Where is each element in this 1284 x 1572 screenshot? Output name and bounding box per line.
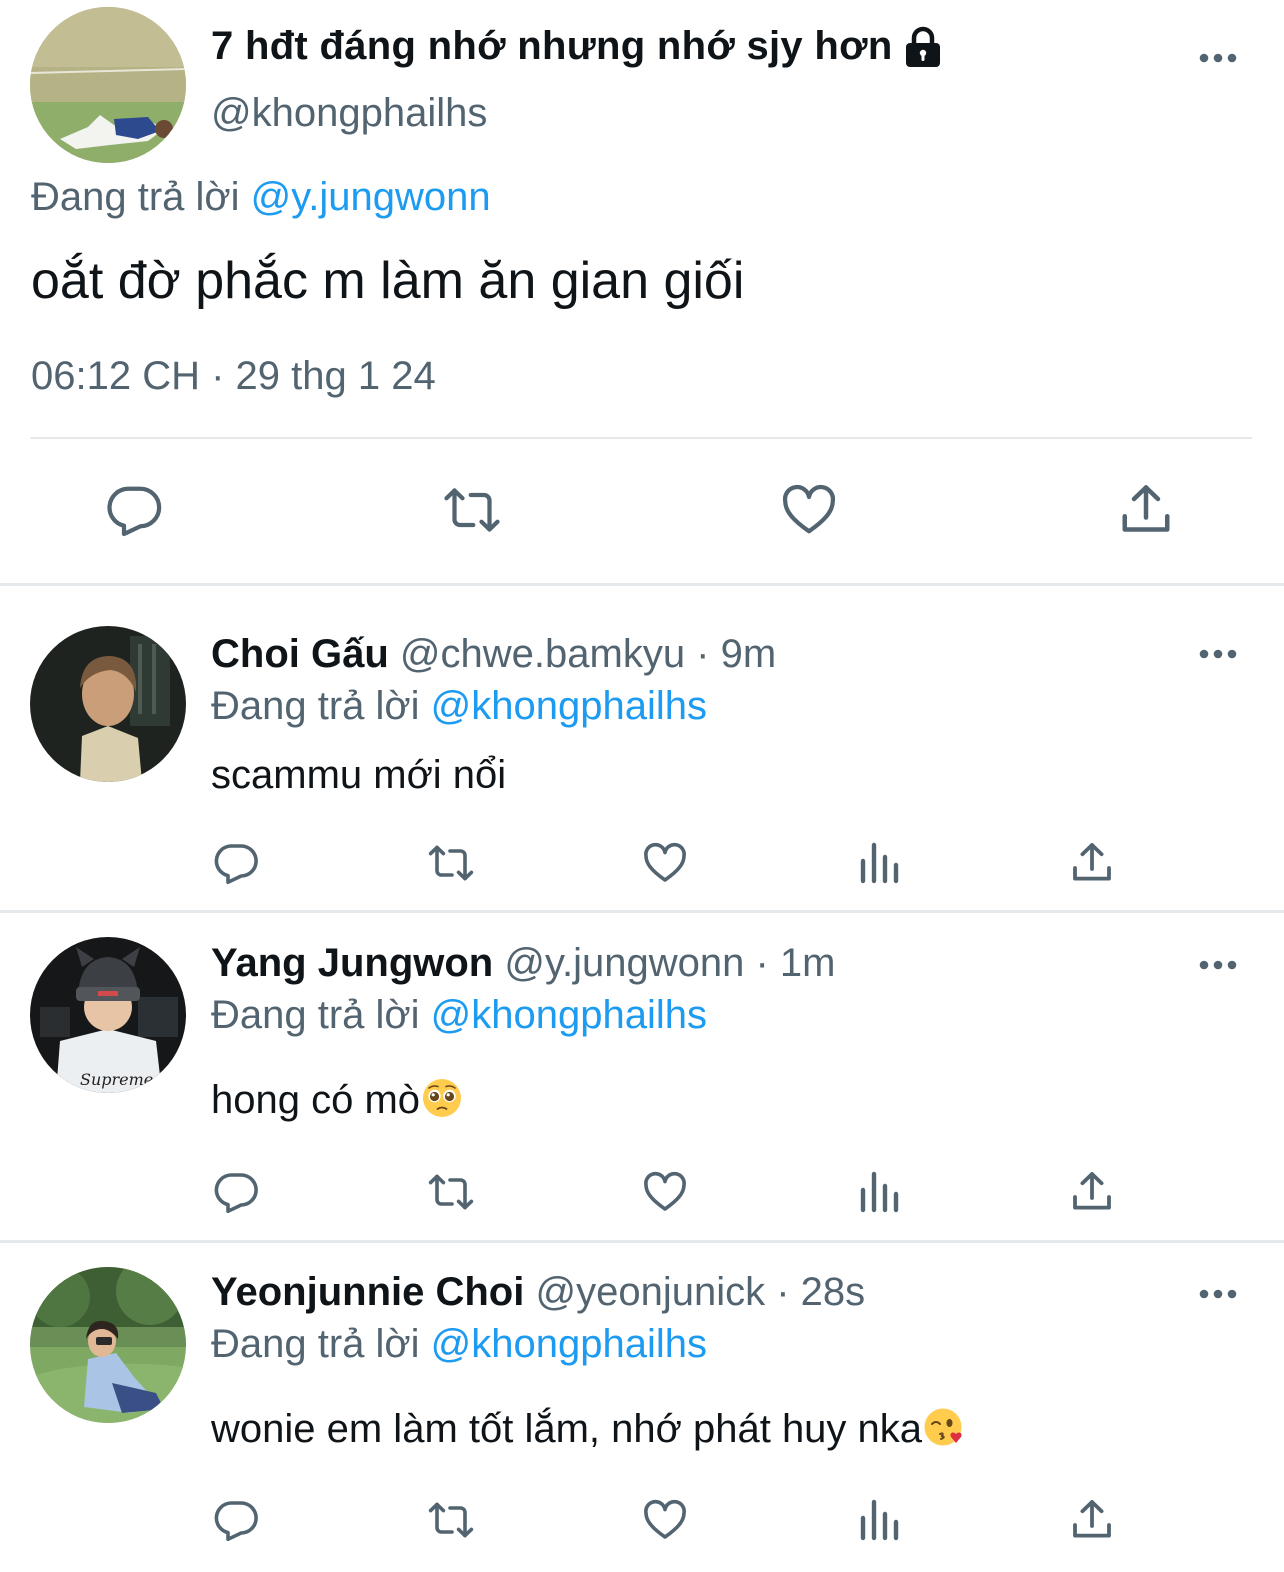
replying-to-mention[interactable]: @y.jungwonn	[251, 175, 491, 219]
share-icon[interactable]	[1068, 839, 1116, 887]
more-options-icon[interactable]	[1199, 955, 1239, 975]
more-options-icon[interactable]	[1199, 1284, 1239, 1304]
tweet-timestamp[interactable]: 06:12 CH · 29 thg 1 24	[31, 354, 436, 399]
replying-to-prefix: Đang trả lời	[211, 993, 420, 1037]
display-name-text: 7 hđt đáng nhớ nhưng nhớ sjy hơn	[211, 24, 893, 68]
reply-text: hong có mò	[211, 1077, 463, 1123]
reply-header: Yeonjunnie Choi @yeonjunick · 28s	[211, 1270, 865, 1315]
replying-to-mention[interactable]: @khongphailhs	[431, 993, 707, 1037]
display-name[interactable]: Choi Gấu	[211, 632, 389, 676]
replying-to: Đang trả lời @y.jungwonn	[31, 175, 491, 220]
replying-to-mention[interactable]: @khongphailhs	[431, 1322, 707, 1366]
display-name[interactable]: 7 hđt đáng nhớ nhưng nhớ sjy hơn	[211, 24, 943, 69]
handle[interactable]: @khongphailhs	[211, 91, 487, 136]
views-icon[interactable]	[856, 1496, 904, 1544]
tweet-text: oắt đờ phắc m làm ăn gian giối	[31, 252, 745, 310]
views-icon[interactable]	[856, 839, 904, 887]
divider	[30, 437, 1252, 439]
avatar[interactable]	[30, 1267, 186, 1423]
reply-header: Choi Gấu @chwe.bamkyu · 9m	[211, 632, 776, 677]
like-icon[interactable]	[778, 480, 840, 540]
handle-and-time[interactable]: @y.jungwonn · 1m	[504, 941, 835, 985]
more-options-icon[interactable]	[1199, 644, 1239, 664]
reply-tweet: Choi Gấu @chwe.bamkyu · 9m Đang trả lời …	[0, 586, 1284, 910]
avatar-image	[30, 7, 186, 163]
handle-and-time[interactable]: @yeonjunick · 28s	[535, 1270, 865, 1314]
reply-icon[interactable]	[212, 1496, 260, 1544]
display-name[interactable]: Yang Jungwon	[211, 941, 493, 985]
replying-to-prefix: Đang trả lời	[211, 684, 420, 728]
svg-text:Supreme: Supreme	[80, 1070, 153, 1089]
replying-to-prefix: Đang trả lời	[211, 1322, 420, 1366]
reply-icon[interactable]	[212, 1168, 260, 1216]
share-icon[interactable]	[1068, 1168, 1116, 1216]
like-icon[interactable]	[640, 839, 690, 887]
reply-tweet: Yeonjunnie Choi @yeonjunick · 28s Đang t…	[0, 1243, 1284, 1572]
views-icon[interactable]	[856, 1168, 904, 1216]
replying-to: Đang trả lời @khongphailhs	[211, 684, 707, 729]
lock-icon	[903, 25, 943, 69]
face-blowing-kiss-emoji	[923, 1406, 965, 1448]
reply-icon[interactable]	[212, 839, 260, 887]
reply-header: Yang Jungwon @y.jungwonn · 1m	[211, 941, 835, 986]
retweet-icon[interactable]	[424, 1496, 478, 1544]
like-icon[interactable]	[640, 1168, 690, 1216]
reply-tweet: Supreme Yang Jungwon @y.jungwonn · 1m Đa…	[0, 913, 1284, 1240]
retweet-icon[interactable]	[424, 1168, 478, 1216]
retweet-icon[interactable]	[424, 839, 478, 887]
reply-text-content: scammu mới nổi	[211, 753, 507, 797]
like-icon[interactable]	[640, 1496, 690, 1544]
replying-to-mention[interactable]: @khongphailhs	[431, 684, 707, 728]
reply-text-content: wonie em làm tốt lắm, nhớ phát huy nka	[211, 1407, 923, 1451]
replying-to: Đang trả lời @khongphailhs	[211, 993, 707, 1038]
avatar-image	[30, 626, 186, 782]
reply-text: scammu mới nổi	[211, 753, 506, 798]
pleading-face-emoji	[421, 1077, 463, 1119]
reply-icon[interactable]	[104, 480, 164, 540]
handle-and-time[interactable]: @chwe.bamkyu · 9m	[400, 632, 776, 676]
share-icon[interactable]	[1068, 1496, 1116, 1544]
reply-text-content: hong có mò	[211, 1078, 421, 1122]
avatar[interactable]: Supreme	[30, 937, 186, 1093]
main-tweet: 7 hđt đáng nhớ nhưng nhớ sjy hơn @khongp…	[0, 0, 1284, 585]
reply-text: wonie em làm tốt lắm, nhớ phát huy nka	[211, 1406, 965, 1452]
avatar[interactable]	[30, 7, 186, 163]
retweet-icon[interactable]	[440, 480, 504, 540]
replying-to-prefix: Đang trả lời	[31, 175, 240, 219]
more-options-icon[interactable]	[1199, 48, 1239, 68]
display-name[interactable]: Yeonjunnie Choi	[211, 1270, 524, 1314]
share-icon[interactable]	[1116, 480, 1176, 540]
avatar[interactable]	[30, 626, 186, 782]
replying-to: Đang trả lời @khongphailhs	[211, 1322, 707, 1367]
avatar-image	[30, 1267, 186, 1423]
avatar-image: Supreme	[30, 937, 186, 1093]
